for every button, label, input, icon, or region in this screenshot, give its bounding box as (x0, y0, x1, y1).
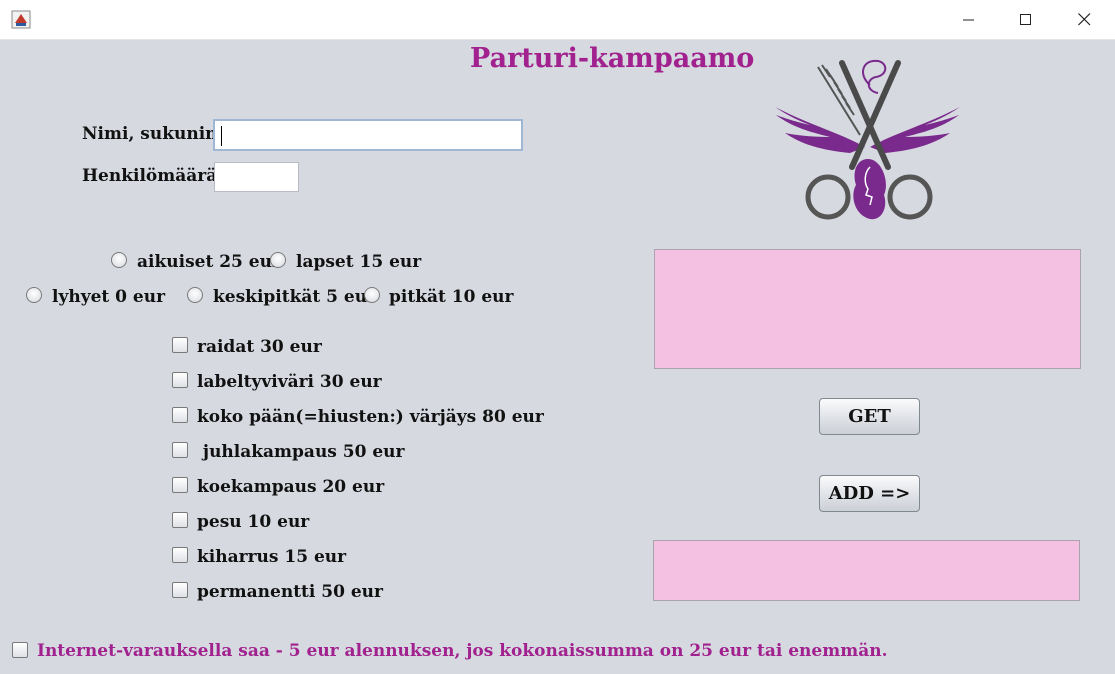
radio-children[interactable] (270, 252, 286, 268)
checkbox-party-styling-label[interactable]: juhlakampaus 50 eur (197, 442, 405, 462)
minimize-button[interactable] (940, 0, 998, 39)
radio-adults-label[interactable]: aikuiset 25 eur (137, 252, 281, 272)
radio-medium-hair[interactable] (187, 287, 203, 303)
checkbox-wash[interactable] (172, 512, 188, 528)
scissors-wings-logo-icon (770, 55, 965, 225)
checkbox-full-color-label[interactable]: koko pään(=hiusten:) värjäys 80 eur (197, 407, 544, 427)
checkbox-highlights-label[interactable]: raidat 30 eur (197, 337, 322, 357)
radio-short-hair[interactable] (26, 287, 42, 303)
java-cup-icon (11, 10, 31, 29)
checkbox-highlights[interactable] (172, 337, 188, 353)
output-area-top[interactable] (654, 249, 1081, 369)
radio-long-hair-label[interactable]: pitkät 10 eur (389, 287, 513, 307)
checkbox-root-color-label[interactable]: labeltyviväri 30 eur (197, 372, 382, 392)
checkbox-perm[interactable] (172, 582, 188, 598)
persons-label: Henkilömäärä (82, 166, 218, 186)
radio-adults[interactable] (111, 252, 127, 268)
checkbox-full-color[interactable] (172, 407, 188, 423)
add-button[interactable]: ADD => (819, 475, 920, 512)
text-caret (221, 126, 222, 146)
checkbox-root-color[interactable] (172, 372, 188, 388)
get-button[interactable]: GET (819, 398, 920, 435)
checkbox-curling-label[interactable]: kiharrus 15 eur (197, 547, 346, 567)
name-label: Nimi, sukunimi (82, 124, 230, 144)
output-area-bottom[interactable] (653, 540, 1080, 601)
name-input[interactable] (213, 119, 523, 151)
checkbox-trial-styling-label[interactable]: koekampaus 20 eur (197, 477, 384, 497)
checkbox-curling[interactable] (172, 547, 188, 563)
maximize-button[interactable] (997, 0, 1055, 39)
internet-discount-label[interactable]: Internet-varauksella saa - 5 eur alennuk… (37, 641, 888, 661)
maximize-icon (1020, 13, 1031, 25)
radio-long-hair[interactable] (364, 287, 380, 303)
radio-children-label[interactable]: lapset 15 eur (296, 252, 421, 272)
minimize-icon (963, 19, 974, 20)
close-button[interactable] (1055, 0, 1113, 39)
checkbox-perm-label[interactable]: permanentti 50 eur (197, 582, 383, 602)
persons-input[interactable] (214, 162, 299, 192)
checkbox-party-styling[interactable] (172, 442, 188, 458)
close-icon (1077, 13, 1090, 26)
window-titlebar (0, 0, 1115, 40)
checkbox-trial-styling[interactable] (172, 477, 188, 493)
checkbox-wash-label[interactable]: pesu 10 eur (197, 512, 309, 532)
radio-short-hair-label[interactable]: lyhyet 0 eur (52, 287, 165, 307)
checkbox-internet-discount[interactable] (12, 642, 28, 658)
radio-medium-hair-label[interactable]: keskipitkät 5 eur (213, 287, 376, 307)
app-title: Parturi-kampaamo (470, 43, 755, 74)
